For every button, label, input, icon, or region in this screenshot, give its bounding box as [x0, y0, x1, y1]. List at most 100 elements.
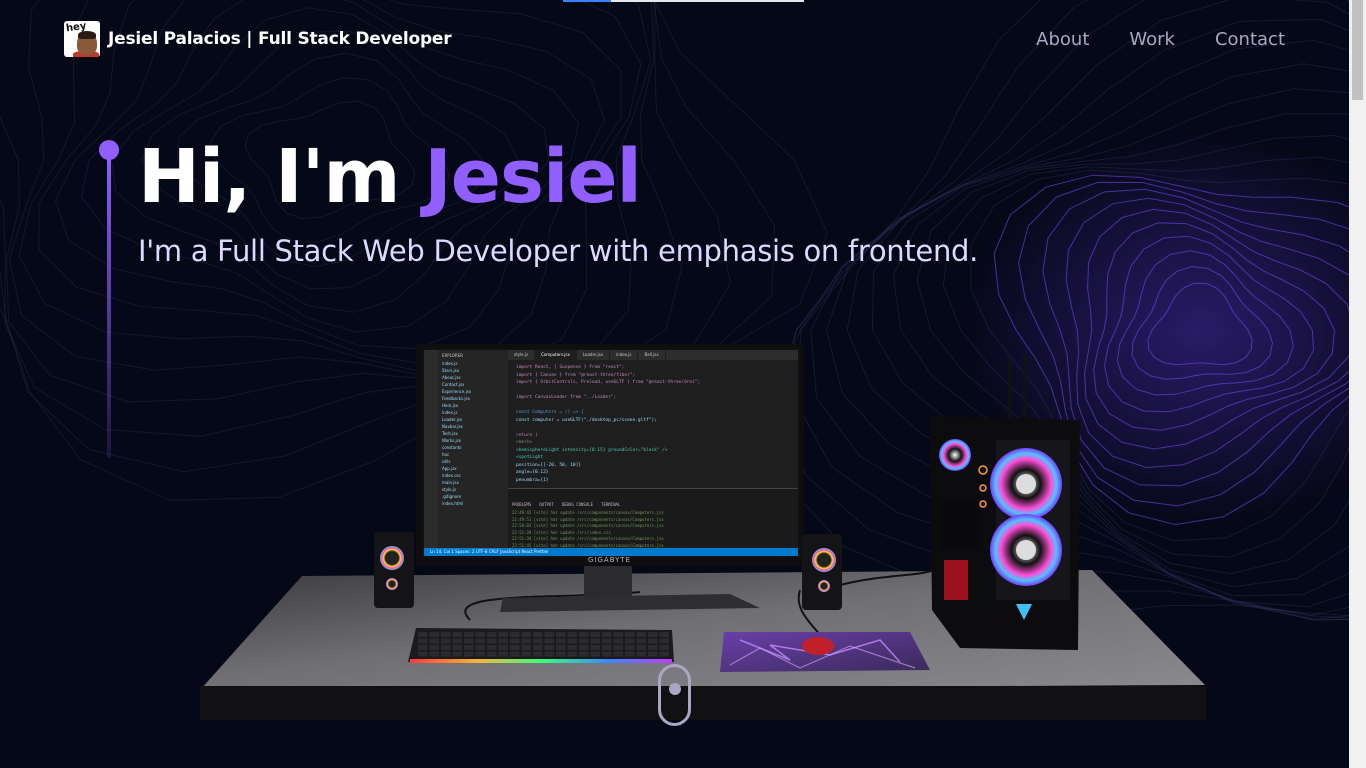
keyboard-key [533, 638, 543, 644]
code-line: const computer = useGLTF("./desktop_pc/s… [516, 417, 657, 423]
keyboard-key [636, 645, 646, 650]
keyboard-key [487, 638, 497, 644]
keyboard-key [498, 638, 508, 644]
page-scrollbar[interactable] [1349, 0, 1366, 768]
vscode-tabs: style.js Computers.jsx Loader.jsx index.js B… [508, 350, 798, 360]
keyboard-key [452, 632, 462, 637]
nav-link-about[interactable]: About [1036, 29, 1089, 50]
explorer-file: Navbar.jsx [442, 424, 463, 429]
nav-link-work[interactable]: Work [1129, 29, 1175, 50]
keyboard-key [464, 638, 474, 644]
explorer-file: Loader.jsx [442, 417, 463, 422]
keyboard-key [487, 651, 497, 657]
keyboard-key [464, 645, 474, 650]
nav-links: About Work Contact [1036, 29, 1285, 50]
explorer-file: index.css [442, 473, 461, 478]
keyboard-key [602, 638, 612, 644]
keyboard-key [625, 645, 635, 650]
keyboard-key [659, 651, 669, 657]
keyboard-key [625, 632, 635, 637]
keyboard-key [429, 638, 439, 644]
keyboard-key [625, 651, 635, 657]
keyboard-key [590, 645, 600, 650]
code-line: angle={0.12} [516, 470, 549, 475]
keyboard-key [579, 638, 589, 644]
keyboard-key [418, 638, 428, 644]
explorer-file: Feedbacks.jsx [442, 396, 470, 401]
terminal-tabs: PROBLEMS OUTPUT DEBUG CONSOLE TERMINAL [512, 491, 794, 510]
keyboard-key [441, 645, 451, 650]
keyboard-key [521, 651, 531, 657]
keyboard-key [590, 632, 600, 637]
terminal-tab: TERMINAL [601, 502, 621, 507]
keyboard-key [613, 638, 623, 644]
left-speaker [374, 532, 414, 608]
keyboard-key [498, 632, 508, 637]
keyboard-key [579, 651, 589, 657]
keyboard-key [533, 651, 543, 657]
explorer-title: EXPLORER [442, 353, 463, 358]
page-load-progress-fill [563, 0, 612, 2]
mouse [802, 637, 834, 655]
hero-accent-line [99, 140, 119, 460]
keyboard-key [521, 632, 531, 637]
keyboard-key [613, 651, 623, 657]
scroll-down-mouse-icon[interactable] [658, 664, 691, 726]
page-load-progress [563, 0, 804, 2]
right-speaker [802, 534, 842, 610]
explorer-file: About.jsx [442, 375, 461, 380]
keyboard-key [510, 645, 520, 650]
terminal-lines: 22:49:42 [vite] hmr update /src/componen… [512, 510, 794, 549]
explorer-file: Stars.jsx [442, 368, 460, 373]
code-line: import CanvasLoader from "../Loader"; [516, 395, 617, 400]
editor-tab: index.js [610, 350, 639, 360]
brand-suffix: | Full Stack Developer [240, 29, 452, 49]
keyboard-key [475, 632, 485, 637]
code-line: return ( [516, 432, 538, 438]
keyboard-key [418, 645, 428, 650]
explorer-file: style.js [442, 487, 457, 492]
monitor-screen: EXPLORER index.js Stars.jsx About.jsx Conta… [422, 348, 800, 558]
code-line: import React, { Suspense } from "react"; [516, 365, 625, 370]
keyboard-key [464, 632, 474, 637]
keyboard-key [625, 638, 635, 644]
keyboard-key [602, 645, 612, 650]
keyboard-key [452, 638, 462, 644]
hero-name: Jesiel [424, 134, 642, 220]
keyboard-key [418, 651, 428, 657]
keyboard-key [429, 632, 439, 637]
code-line: position={[-20, 50, 10]} [516, 462, 582, 468]
hero-accent-dot [99, 140, 119, 160]
terminal-tab: PROBLEMS [512, 502, 532, 507]
explorer-file-list: index.js Stars.jsx About.jsx Contact.jsx Exp… [442, 360, 504, 507]
navbar: hey Jesiel Palacios | Full Stack Develop… [64, 20, 1285, 58]
keyboard-key [602, 632, 612, 637]
keyboard-key [498, 645, 508, 650]
code-line: import { Canvas } from "@react-three/fib… [516, 372, 636, 378]
hero-subtitle: I'm a Full Stack Web Developer with emph… [138, 234, 979, 268]
terminal-tab: DEBUG CONSOLE [561, 502, 594, 507]
nav-link-contact[interactable]: Contact [1215, 29, 1285, 50]
keyboard-key [429, 651, 439, 657]
monitor-brand: GIGABYTE [588, 556, 632, 564]
explorer-file: index.js [442, 410, 458, 415]
keyboard-key [475, 651, 485, 657]
keyboard-key [533, 645, 543, 650]
editor-tab: Computers.jsx [535, 350, 577, 360]
keyboard-key [441, 638, 451, 644]
explorer-file: index.html [442, 501, 464, 506]
brand-name: Jesiel Palacios [108, 29, 241, 49]
keyboard-key [613, 632, 623, 637]
scrollbar-thumb[interactable] [1352, 0, 1363, 100]
keyboard-key [429, 645, 439, 650]
editor-tab: Loader.jsx [577, 350, 611, 360]
scroll-dot [668, 683, 681, 695]
keyboard-key [510, 651, 520, 657]
brand-link[interactable]: hey Jesiel Palacios | Full Stack Develop… [64, 21, 452, 57]
keyboard-key [556, 645, 566, 650]
keyboard-key [567, 645, 577, 650]
brand-text: Jesiel Palacios | Full Stack Developer [108, 29, 452, 49]
